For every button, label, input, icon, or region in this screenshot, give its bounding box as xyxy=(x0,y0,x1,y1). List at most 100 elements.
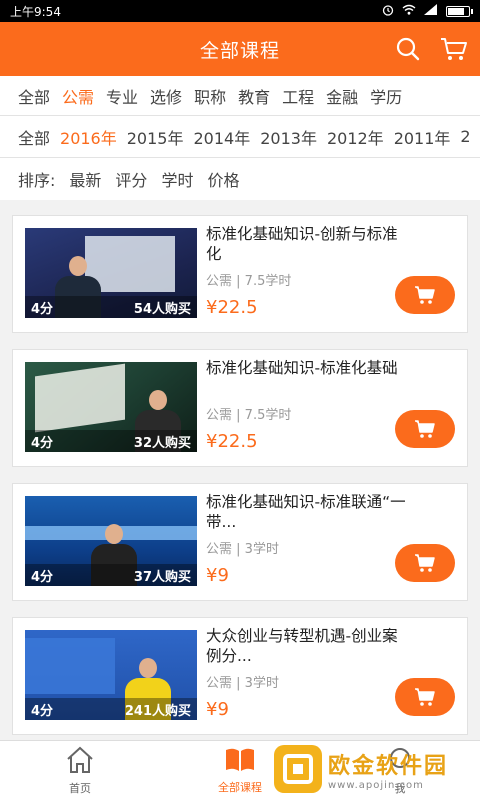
course-info: 标准化基础知识-创新与标准化 公需 | 7.5学时 ¥22.5 xyxy=(206,224,406,318)
tab-all-courses-label: 全部课程 xyxy=(218,780,262,794)
cart-icon[interactable] xyxy=(440,35,468,63)
course-hours: 7.5学时 xyxy=(244,274,292,289)
course-category: 公需 xyxy=(206,274,233,289)
cart-icon xyxy=(415,420,435,438)
category-filter-item[interactable]: 全部 xyxy=(18,84,50,108)
course-category: 公需 xyxy=(206,676,233,691)
year-filter-row: 全部 2016年 2015年 2014年 2013年 2012年 2011年 2 xyxy=(0,116,480,158)
sort-option[interactable]: 最新 xyxy=(69,167,101,191)
sort-row: 排序: 最新 评分 学时 价格 xyxy=(0,158,480,200)
course-rating: 4分 xyxy=(31,435,54,451)
course-meta: 公需 | 7.5学时 xyxy=(206,270,406,289)
app-header: 全部课程 xyxy=(0,22,480,76)
course-thumbnail[interactable]: 4分 32人购买 xyxy=(25,362,197,452)
course-info: 标准化基础知识-标准化基础公需 | 7.5学时 ¥22.5 xyxy=(206,358,406,452)
course-meta: 公需 | 3学时 xyxy=(206,672,406,691)
year-filter-item[interactable]: 2015年 xyxy=(127,125,184,149)
tab-home-label: 首页 xyxy=(69,781,91,795)
course-hours: 3学时 xyxy=(244,676,279,691)
cart-icon xyxy=(415,286,435,304)
course-meta: 公需 | 3学时 xyxy=(206,538,406,557)
alarm-icon xyxy=(382,4,394,19)
year-filter-item[interactable]: 2014年 xyxy=(193,125,250,149)
cart-icon xyxy=(415,688,435,706)
course-card[interactable]: 4分 54人购买 标准化基础知识-创新与标准化 公需 | 7.5学时 ¥22.5 xyxy=(12,215,468,333)
thumbnail-board xyxy=(25,638,115,694)
meta-divider: | xyxy=(232,408,245,423)
add-to-cart-button[interactable] xyxy=(395,276,455,314)
course-buyers: 37人购买 xyxy=(133,569,191,585)
add-to-cart-button[interactable] xyxy=(395,410,455,448)
add-to-cart-button[interactable] xyxy=(395,544,455,582)
page-title: 全部课程 xyxy=(199,39,280,62)
add-to-cart-button[interactable] xyxy=(395,678,455,716)
course-rating: 4分 xyxy=(31,703,54,719)
category-filter-item[interactable]: 职称 xyxy=(194,84,226,108)
course-category: 公需 xyxy=(206,408,233,423)
category-filter-item[interactable]: 教育 xyxy=(238,84,270,108)
book-icon xyxy=(224,747,256,776)
course-list: 4分 54人购买 标准化基础知识-创新与标准化公需 | 7.5学时 ¥22.5 4分 32… xyxy=(12,215,468,751)
year-filter-item[interactable]: 全部 xyxy=(18,125,50,149)
course-rating: 4分 xyxy=(31,301,54,317)
year-filter-item[interactable]: 2016年 xyxy=(60,125,117,149)
sort-option[interactable]: 评分 xyxy=(115,167,147,191)
course-rating: 4分 xyxy=(31,569,54,585)
category-filter-item[interactable]: 选修 xyxy=(150,84,182,108)
year-filter-item[interactable]: 2011年 xyxy=(394,125,451,149)
course-buyers: 32人购买 xyxy=(133,435,191,451)
course-price: ¥9 xyxy=(206,565,229,586)
course-hours: 7.5学时 xyxy=(244,408,292,423)
category-filter-item[interactable]: 工程 xyxy=(282,84,314,108)
course-buyers: 241人购买 xyxy=(124,703,191,719)
thumbnail-overlay: 4分 32人购买 xyxy=(25,430,197,452)
course-hours: 3学时 xyxy=(244,542,279,557)
course-thumbnail[interactable]: 4分 54人购买 xyxy=(25,228,197,318)
battery-icon xyxy=(446,5,473,17)
search-icon[interactable] xyxy=(394,35,422,63)
course-thumbnail[interactable]: 4分 37人购买 xyxy=(25,496,197,586)
category-filter-item[interactable]: 专业 xyxy=(106,84,138,108)
year-filter-item[interactable]: 2013年 xyxy=(260,125,317,149)
meta-divider: | xyxy=(232,542,245,557)
tab-home[interactable]: 首页 xyxy=(0,741,160,800)
watermark-logo xyxy=(274,745,322,793)
sort-label: 排序: xyxy=(18,171,56,190)
home-icon xyxy=(65,746,95,777)
meta-divider: | xyxy=(232,676,245,691)
thumbnail-overlay: 4分 241人购买 xyxy=(25,698,197,720)
meta-divider: | xyxy=(232,274,245,289)
course-thumbnail[interactable]: 4分 241人购买 xyxy=(25,630,197,720)
category-filter-item[interactable]: 金融 xyxy=(326,84,358,108)
course-card[interactable]: 4分 241人购买 大众创业与转型机遇-创业案例分... 公需 | 3学时 ¥9 xyxy=(12,617,468,735)
signal-icon xyxy=(424,4,438,18)
category-filter-item[interactable]: 公需 xyxy=(62,84,94,108)
course-price: ¥9 xyxy=(206,699,229,720)
course-category: 公需 xyxy=(206,542,233,557)
status-bar: 上午9:54 xyxy=(0,0,480,22)
watermark-text: 欧金软件园 xyxy=(328,753,449,779)
cart-icon xyxy=(415,554,435,572)
category-filter-item[interactable]: 学历 xyxy=(370,84,402,108)
course-title[interactable]: 大众创业与转型机遇-创业案例分... xyxy=(206,626,406,666)
course-price: ¥22.5 xyxy=(206,431,258,452)
course-info: 大众创业与转型机遇-创业案例分... 公需 | 3学时 ¥9 xyxy=(206,626,406,720)
sort-option[interactable]: 学时 xyxy=(161,167,193,191)
watermark: 欧金软件园 www.apojin.com xyxy=(274,742,474,796)
thumbnail-overlay: 4分 37人购买 xyxy=(25,564,197,586)
thumbnail-board xyxy=(35,363,125,433)
thumbnail-overlay: 4分 54人购买 xyxy=(25,296,197,318)
course-title[interactable]: 标准化基础知识-标准联通“一带... xyxy=(206,492,406,532)
year-filter-item[interactable]: 2 xyxy=(460,127,470,146)
category-filter-row: 全部 公需 专业 选修 职称 教育 工程 金融 学历 xyxy=(0,76,480,116)
status-icons xyxy=(382,4,473,19)
course-info: 标准化基础知识-标准联通“一带... 公需 | 3学时 ¥9 xyxy=(206,492,406,586)
course-title[interactable]: 标准化基础知识-标准化基础 xyxy=(206,358,406,398)
year-filter-item[interactable]: 2012年 xyxy=(327,125,384,149)
sort-option[interactable]: 价格 xyxy=(207,167,239,191)
course-card[interactable]: 4分 37人购买 标准化基础知识-标准联通“一带... 公需 | 3学时 ¥9 xyxy=(12,483,468,601)
course-title[interactable]: 标准化基础知识-创新与标准化 xyxy=(206,224,406,264)
course-meta: 公需 | 7.5学时 xyxy=(206,404,406,423)
course-card[interactable]: 4分 32人购买 标准化基础知识-标准化基础公需 | 7.5学时 ¥22.5 xyxy=(12,349,468,467)
wifi-icon xyxy=(402,4,416,18)
